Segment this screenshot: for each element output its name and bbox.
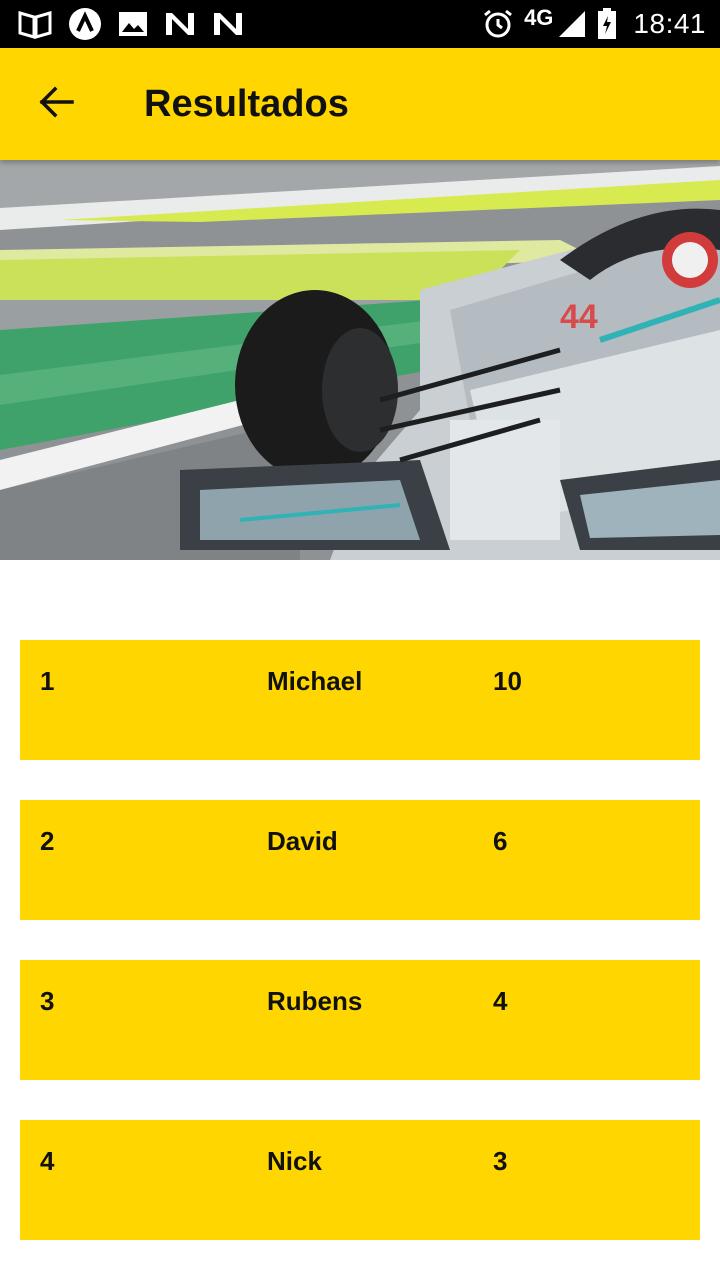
n-icon (164, 11, 196, 37)
car-number: 44 (560, 298, 598, 336)
result-row[interactable]: 3 Rubens 4 (20, 960, 700, 1080)
result-driver-name: Rubens (267, 986, 363, 1016)
formula-one-car-image: 44 (0, 160, 720, 560)
battery-icon (597, 8, 617, 40)
result-points: 6 (493, 826, 508, 856)
result-position: 4 (40, 1146, 55, 1176)
result-points: 10 (493, 666, 522, 696)
result-driver-name: David (267, 826, 338, 856)
status-bar-right: 4G 18:41 (482, 5, 706, 40)
app-launcher-icon (68, 7, 102, 41)
result-driver-name: Michael (267, 666, 363, 696)
n-icon (212, 11, 244, 37)
status-bar-left (18, 7, 260, 41)
signal-icon (557, 9, 587, 39)
result-row[interactable]: 2 David 6 (20, 800, 700, 920)
back-button[interactable] (20, 68, 92, 140)
page-title: Resultados (144, 82, 349, 125)
result-points: 3 (493, 1146, 508, 1176)
result-position: 1 (40, 666, 55, 696)
arrow-left-icon (38, 86, 74, 123)
hero-image: 44 (0, 160, 720, 560)
status-bar: 4G 18:41 (0, 0, 720, 48)
book-icon (18, 9, 52, 39)
clock: 18:41 (633, 8, 706, 39)
result-points: 4 (493, 986, 508, 1016)
image-icon (118, 10, 148, 38)
result-row[interactable]: 4 Nick 3 (20, 1120, 700, 1240)
results-list: 1 Michael 10 2 David 6 3 Rubens 4 4 Nick… (20, 640, 700, 1280)
result-position: 3 (40, 986, 55, 1016)
result-row[interactable]: 1 Michael 10 (20, 640, 700, 760)
result-position: 2 (40, 826, 55, 856)
app-bar: Resultados (0, 48, 720, 160)
alarm-icon (482, 8, 514, 40)
network-type: 4G (524, 5, 554, 30)
result-driver-name: Nick (267, 1146, 322, 1176)
